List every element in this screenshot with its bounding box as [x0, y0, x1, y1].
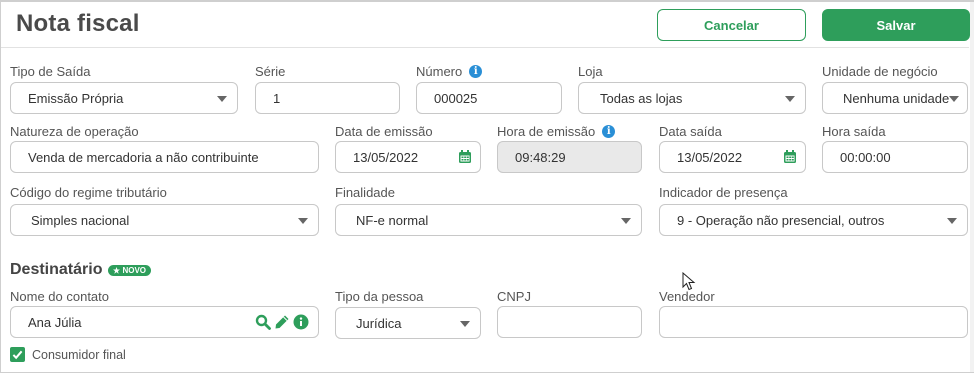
save-button[interactable]: Salvar [822, 9, 970, 41]
mouse-cursor-icon [682, 272, 696, 291]
scrollbar[interactable] [970, 2, 974, 372]
calendar-icon[interactable] [458, 150, 472, 164]
regime-label: Código do regime tributário [10, 185, 167, 200]
cancel-button[interactable]: Cancelar [657, 9, 806, 41]
page-title: Nota fiscal [16, 10, 140, 37]
chevron-down-icon [621, 218, 631, 224]
chevron-down-icon [460, 321, 470, 327]
info-icon[interactable] [293, 314, 309, 330]
tipo-saida-label: Tipo de Saída [10, 64, 91, 79]
data-emissao-label: Data de emissão [335, 124, 433, 139]
tipo-saida-select[interactable]: Emissão Própria [10, 82, 238, 114]
presenca-select[interactable]: 9 - Operação não presencial, outros [659, 204, 968, 236]
data-saida-input[interactable]: 13/05/2022 [659, 141, 806, 173]
finalidade-select[interactable]: NF-e normal [335, 204, 642, 236]
data-emissao-input[interactable]: 13/05/2022 [335, 141, 481, 173]
tipo-pessoa-value: Jurídica [356, 315, 402, 331]
cnpj-input[interactable] [497, 306, 642, 338]
nome-contato-label: Nome do contato [10, 289, 110, 304]
loja-select[interactable]: Todas as lojas [578, 82, 806, 114]
destinatario-title: Destinatário [10, 261, 103, 278]
pencil-icon[interactable] [274, 314, 290, 330]
star-icon [113, 266, 121, 274]
tipo-saida-value: Emissão Própria [28, 90, 124, 106]
chevron-down-icon [298, 218, 308, 224]
chevron-down-icon [217, 96, 227, 102]
search-icon[interactable] [255, 314, 271, 330]
natureza-value: Venda de mercadoria a não contribuinte [28, 149, 259, 165]
data-emissao-value: 13/05/2022 [353, 149, 419, 165]
loja-label: Loja [578, 64, 603, 79]
chevron-down-icon [785, 96, 795, 102]
destinatario-heading: Destinatário NOVO [10, 261, 152, 279]
regime-select[interactable]: Simples nacional [10, 204, 319, 236]
hora-saida-value: 00:00:00 [840, 149, 891, 165]
hora-saida-input[interactable]: 00:00:00 [822, 141, 968, 173]
unidade-value: Nenhuma unidade [843, 90, 950, 106]
nome-contato-input[interactable]: Ana Júlia [10, 306, 319, 338]
hora-emissao-value: 09:48:29 [515, 149, 566, 165]
info-icon[interactable]: i [602, 125, 616, 138]
serie-input[interactable]: 1 [255, 82, 400, 114]
vendedor-input[interactable] [659, 306, 968, 338]
consumidor-final-checkbox[interactable] [10, 347, 25, 362]
presenca-value: 9 - Operação não presencial, outros [677, 212, 885, 228]
tipo-pessoa-select[interactable]: Jurídica [335, 307, 481, 339]
check-icon [12, 350, 23, 360]
loja-value: Todas as lojas [600, 90, 683, 106]
new-badge: NOVO [108, 264, 152, 276]
data-saida-value: 13/05/2022 [677, 149, 743, 165]
unidade-select[interactable]: Nenhuma unidade [822, 82, 968, 114]
header-divider [1, 47, 969, 48]
new-badge-text: NOVO [122, 265, 147, 275]
serie-value: 1 [273, 90, 281, 106]
tipo-pessoa-label: Tipo da pessoa [335, 289, 424, 304]
info-icon[interactable]: i [469, 65, 483, 78]
numero-label-text: Número [416, 64, 463, 79]
hora-emissao-label-text: Hora de emissão [497, 124, 596, 139]
hora-emissao-input: 09:48:29 [497, 141, 642, 173]
presenca-label: Indicador de presença [659, 185, 788, 200]
calendar-icon[interactable] [783, 150, 797, 164]
natureza-input[interactable]: Venda de mercadoria a não contribuinte [10, 141, 319, 173]
regime-value: Simples nacional [31, 212, 130, 228]
finalidade-value: NF-e normal [356, 212, 429, 228]
numero-value: 000025 [434, 90, 478, 106]
chevron-down-icon [947, 218, 957, 224]
nome-contato-value: Ana Júlia [28, 314, 82, 330]
cnpj-label: CNPJ [497, 289, 531, 304]
numero-label: Número i [416, 64, 483, 79]
chevron-down-icon [949, 96, 959, 102]
hora-emissao-label: Hora de emissão i [497, 124, 616, 139]
numero-input[interactable]: 000025 [416, 82, 562, 114]
hora-saida-label: Hora saída [822, 124, 886, 139]
consumidor-final-label[interactable]: Consumidor final [32, 348, 126, 362]
unidade-label: Unidade de negócio [822, 64, 938, 79]
natureza-label: Natureza de operação [10, 124, 139, 139]
serie-label: Série [255, 64, 286, 79]
finalidade-label: Finalidade [335, 185, 395, 200]
contact-actions [255, 314, 309, 330]
data-saida-label: Data saída [659, 124, 722, 139]
